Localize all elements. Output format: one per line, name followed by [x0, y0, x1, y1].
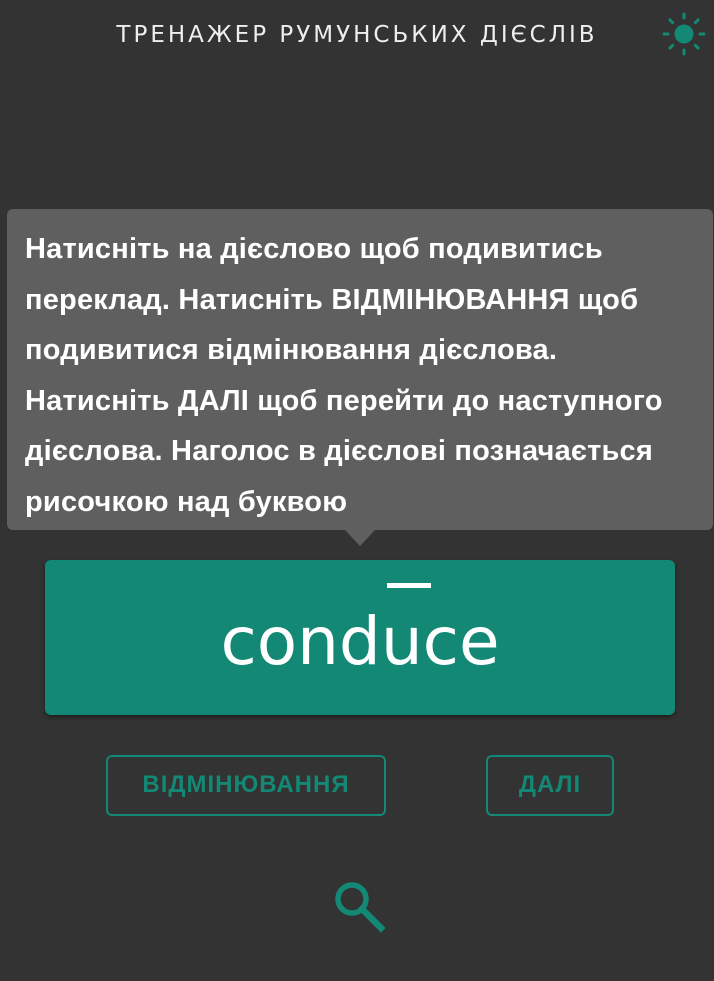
help-tooltip: Натисніть на дієслово щоб подивитись пер…	[7, 209, 713, 530]
tooltip-arrow	[345, 530, 375, 546]
sun-icon[interactable]	[660, 10, 708, 58]
next-button[interactable]: ДАЛІ	[486, 755, 614, 816]
app-title: ТРЕНАЖЕР РУМУНСЬКИХ ДІЄСЛІВ	[116, 22, 598, 48]
app-screen: ТРЕНАЖЕР РУМУНСЬКИХ ДІЄСЛІВ Натисніть на…	[0, 0, 714, 981]
search-icon[interactable]	[330, 878, 388, 936]
conjugation-button[interactable]: ВІДМІНЮВАННЯ	[106, 755, 386, 816]
stress-mark	[387, 583, 431, 588]
verb-card[interactable]: conduce	[45, 560, 675, 715]
help-tooltip-text: Натисніть на дієслово щоб подивитись пер…	[25, 233, 663, 518]
verb-word[interactable]: conduce	[45, 601, 675, 683]
